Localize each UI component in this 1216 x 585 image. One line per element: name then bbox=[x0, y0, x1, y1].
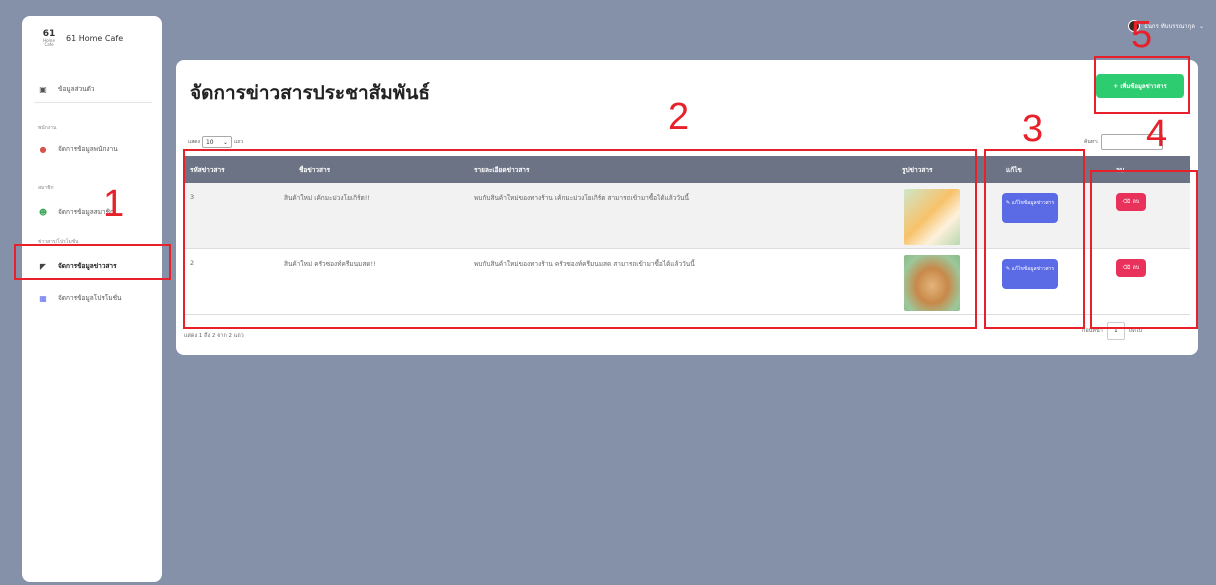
sidebar-item-profile[interactable]: ▣ ข้อมูลส่วนตัว bbox=[38, 84, 95, 94]
sidebar-item-promotions[interactable]: ▦ จัดการข้อมูลโปรโมชั่น bbox=[38, 293, 121, 303]
annotation-number-3: 3 bbox=[1022, 108, 1044, 150]
page-title: จัดการข่าวสารประชาสัมพันธ์ bbox=[190, 82, 430, 104]
annotation-box-2 bbox=[183, 149, 977, 329]
annotation-box-3 bbox=[984, 149, 1085, 329]
users-icon: ☻ bbox=[38, 207, 48, 217]
section-label: พนักงาน bbox=[38, 125, 57, 131]
section-label: สมาชิก bbox=[38, 185, 54, 191]
chevron-down-icon: ⌄ bbox=[1198, 22, 1204, 30]
gift-icon: ▦ bbox=[39, 293, 47, 303]
sidebar-item-label: จัดการข้อมูลโปรโมชั่น bbox=[58, 294, 122, 302]
annotation-box-5 bbox=[1094, 56, 1190, 114]
annotation-number-4: 4 bbox=[1146, 113, 1168, 155]
page-length-select[interactable]: 10 ⌄ bbox=[201, 136, 232, 148]
sidebar-item-label: จัดการข้อมูลพนักงาน bbox=[58, 145, 118, 153]
sidebar-item-employees[interactable]: ● จัดการข้อมูลพนักงาน bbox=[38, 144, 118, 154]
annotation-box-1 bbox=[14, 244, 171, 280]
brand-logo: 61 Home Cafe bbox=[42, 29, 56, 47]
sidebar-item-label: ข้อมูลส่วนตัว bbox=[58, 85, 95, 93]
annotation-box-4 bbox=[1090, 170, 1198, 329]
annotation-number-1: 1 bbox=[103, 183, 125, 225]
page-length-control: แสดง 10 ⌄ แถว bbox=[188, 136, 243, 148]
table-info: แสดง 1 ถึง 2 จาก 2 แถว bbox=[184, 333, 244, 339]
divider bbox=[34, 102, 152, 103]
brand-name: 61 Home Cafe bbox=[66, 34, 124, 43]
annotation-number-2: 2 bbox=[668, 96, 690, 138]
sidebar: 61 Home Cafe 61 Home Cafe ▣ ข้อมูลส่วนตัว… bbox=[22, 16, 162, 582]
annotation-number-5: 5 bbox=[1131, 14, 1153, 56]
user-icon: ● bbox=[39, 144, 47, 154]
chevron-down-icon: ⌄ bbox=[222, 138, 228, 146]
brand[interactable]: 61 Home Cafe 61 Home Cafe bbox=[38, 30, 123, 47]
id-card-icon: ▣ bbox=[39, 84, 47, 94]
